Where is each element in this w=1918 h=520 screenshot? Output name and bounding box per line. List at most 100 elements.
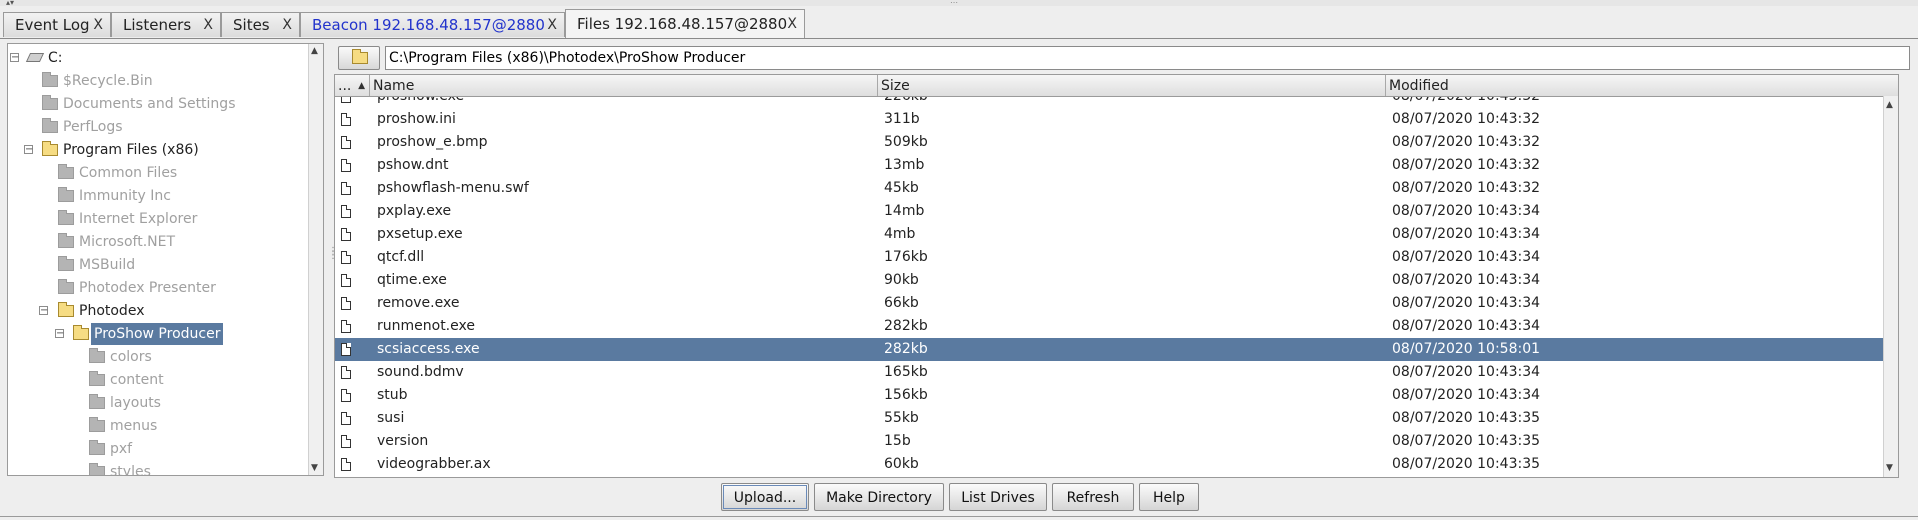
folder-icon — [89, 417, 105, 432]
table-row[interactable]: pshowflash-menu.swf 45kb 08/07/2020 10:43:… — [335, 177, 1895, 200]
scroll-up-icon[interactable]: ▲ — [1886, 100, 1893, 110]
cell-size: 165kb — [884, 364, 928, 380]
file-icon — [341, 182, 351, 195]
column-header-size[interactable]: Size — [878, 75, 1386, 96]
cell-size: 15b — [884, 433, 911, 449]
file-table[interactable]: proshow.exe226kb08/07/2020 10:43:32prosh… — [334, 74, 1899, 478]
tree-item-label: colors — [110, 349, 152, 365]
close-icon[interactable]: X — [203, 13, 213, 37]
column-header-label: Name — [373, 78, 415, 94]
folder-icon — [352, 49, 368, 64]
help-button[interactable]: Help — [1139, 483, 1199, 511]
collapse-icon[interactable]: − — [39, 306, 48, 316]
file-icon — [341, 412, 351, 425]
collapse-icon[interactable]: − — [24, 145, 33, 155]
cell-name: remove.exe — [377, 295, 460, 311]
tab-files[interactable]: Files 192.168.48.157@2880 X — [565, 9, 805, 38]
cell-modified: 08/07/2020 10:43:34 — [1392, 387, 1541, 403]
folder-icon — [42, 95, 58, 110]
tab-beacon[interactable]: Beacon 192.168.48.157@2880 X — [300, 12, 565, 37]
table-row[interactable]: version 15b 08/07/2020 10:43:35 — [335, 430, 1895, 453]
upload-button[interactable]: Upload... — [721, 483, 809, 511]
file-icon — [341, 458, 351, 471]
folder-open-icon — [58, 302, 74, 317]
scroll-down-icon[interactable]: ▼ — [1886, 463, 1893, 473]
tree-item-label: styles — [110, 464, 151, 476]
table-row[interactable]: qtcf.dll 176kb 08/07/2020 10:43:34 — [335, 246, 1895, 269]
refresh-button[interactable]: Refresh — [1052, 483, 1134, 511]
close-icon[interactable]: X — [547, 13, 557, 37]
column-header-label: Modified — [1389, 78, 1449, 94]
close-icon[interactable]: X — [93, 13, 103, 37]
folder-icon — [89, 348, 105, 363]
table-row[interactable]: qtime.exe 90kb 08/07/2020 10:43:34 — [335, 269, 1895, 292]
cell-size: 55kb — [884, 410, 919, 426]
cell-name: susi — [377, 410, 405, 426]
tree-item-label: MSBuild — [79, 257, 136, 273]
folder-icon — [89, 463, 105, 475]
tab-event-log[interactable]: Event Log X — [3, 12, 111, 37]
table-row[interactable]: pxplay.exe 14mb 08/07/2020 10:43:34 — [335, 200, 1895, 223]
folder-icon — [58, 187, 74, 202]
table-row[interactable]: pxsetup.exe 4mb 08/07/2020 10:43:34 — [335, 223, 1895, 246]
table-row[interactable]: stub 156kb 08/07/2020 10:43:34 — [335, 384, 1895, 407]
file-icon — [341, 435, 351, 448]
tree-item-label: Photodex — [79, 303, 145, 319]
cell-name: sound.bdmv — [377, 364, 464, 380]
scroll-up-icon[interactable]: ▲ — [311, 46, 318, 56]
tree-scrollbar[interactable]: ▲ ▼ — [308, 44, 323, 475]
column-header-name[interactable]: Name — [370, 75, 878, 96]
tab-sites[interactable]: Sites X — [221, 12, 300, 37]
table-row[interactable]: remove.exe 66kb 08/07/2020 10:43:34 — [335, 292, 1895, 315]
cell-size: 282kb — [884, 341, 928, 357]
cell-size: 45kb — [884, 180, 919, 196]
cell-size: 311b — [884, 111, 920, 127]
tree-item-label: Program Files (x86) — [63, 142, 199, 158]
table-scrollbar[interactable]: ▲ ▼ — [1883, 96, 1898, 477]
folder-tree[interactable]: − C: $Recycle.Bin Documents and Settings… — [7, 43, 324, 476]
column-header-type[interactable]: ... ▲ — [335, 75, 370, 96]
tree-item-label: Internet Explorer — [79, 211, 198, 227]
file-icon — [341, 297, 351, 310]
folder-icon — [42, 118, 58, 133]
table-row[interactable]: pshow.dnt 13mb 08/07/2020 10:43:32 — [335, 154, 1895, 177]
cell-size: 176kb — [884, 249, 928, 265]
file-icon — [341, 228, 351, 241]
make-directory-button[interactable]: Make Directory — [814, 483, 944, 511]
table-row[interactable]: videograbber.ax 60kb 08/07/2020 10:43:35 — [335, 453, 1895, 476]
resize-grip-icon[interactable]: ⋯ — [950, 0, 958, 7]
table-row[interactable]: proshow_e.bmp 509kb 08/07/2020 10:43:32 — [335, 131, 1895, 154]
collapse-icon[interactable]: − — [55, 329, 64, 339]
tab-listeners[interactable]: Listeners X — [111, 12, 221, 37]
path-input[interactable] — [385, 46, 1910, 70]
window-top-strip: ▴▾ ⋯ — [0, 0, 1918, 7]
table-row[interactable]: runmenot.exe 282kb 08/07/2020 10:43:34 — [335, 315, 1895, 338]
cell-size: 4mb — [884, 226, 916, 242]
cell-modified: 08/07/2020 10:43:34 — [1392, 272, 1541, 288]
tree-item-label: Documents and Settings — [63, 96, 236, 112]
cell-modified: 08/07/2020 10:43:34 — [1392, 203, 1541, 219]
table-row[interactable]: susi 55kb 08/07/2020 10:43:35 — [335, 407, 1895, 430]
cell-modified: 08/07/2020 10:43:34 — [1392, 249, 1541, 265]
table-row[interactable]: sound.bdmv 165kb 08/07/2020 10:43:34 — [335, 361, 1895, 384]
table-row[interactable]: scsiaccess.exe 282kb 08/07/2020 10:58:01 — [335, 338, 1895, 361]
close-icon[interactable]: X — [282, 13, 292, 37]
file-icon — [341, 274, 351, 287]
tree-item-label: Photodex Presenter — [79, 280, 216, 296]
cell-modified: 08/07/2020 10:43:34 — [1392, 318, 1541, 334]
sort-ascending-icon: ▲ — [358, 81, 365, 91]
column-header-modified[interactable]: Modified — [1386, 75, 1898, 96]
browse-folder-button[interactable] — [338, 46, 380, 70]
folder-icon — [58, 164, 74, 179]
window-bottom-border — [0, 516, 1918, 517]
collapse-icon[interactable]: − — [10, 53, 19, 63]
list-drives-button[interactable]: List Drives — [949, 483, 1047, 511]
folder-open-icon — [42, 141, 58, 156]
collapse-arrows-icon[interactable]: ▴▾ — [6, 0, 14, 7]
cell-name: runmenot.exe — [377, 318, 475, 334]
close-icon[interactable]: X — [787, 10, 797, 38]
drive-icon — [25, 53, 45, 62]
file-icon — [341, 366, 351, 379]
scroll-down-icon[interactable]: ▼ — [311, 463, 318, 473]
table-row[interactable]: proshow.ini 311b 08/07/2020 10:43:32 — [335, 108, 1895, 131]
